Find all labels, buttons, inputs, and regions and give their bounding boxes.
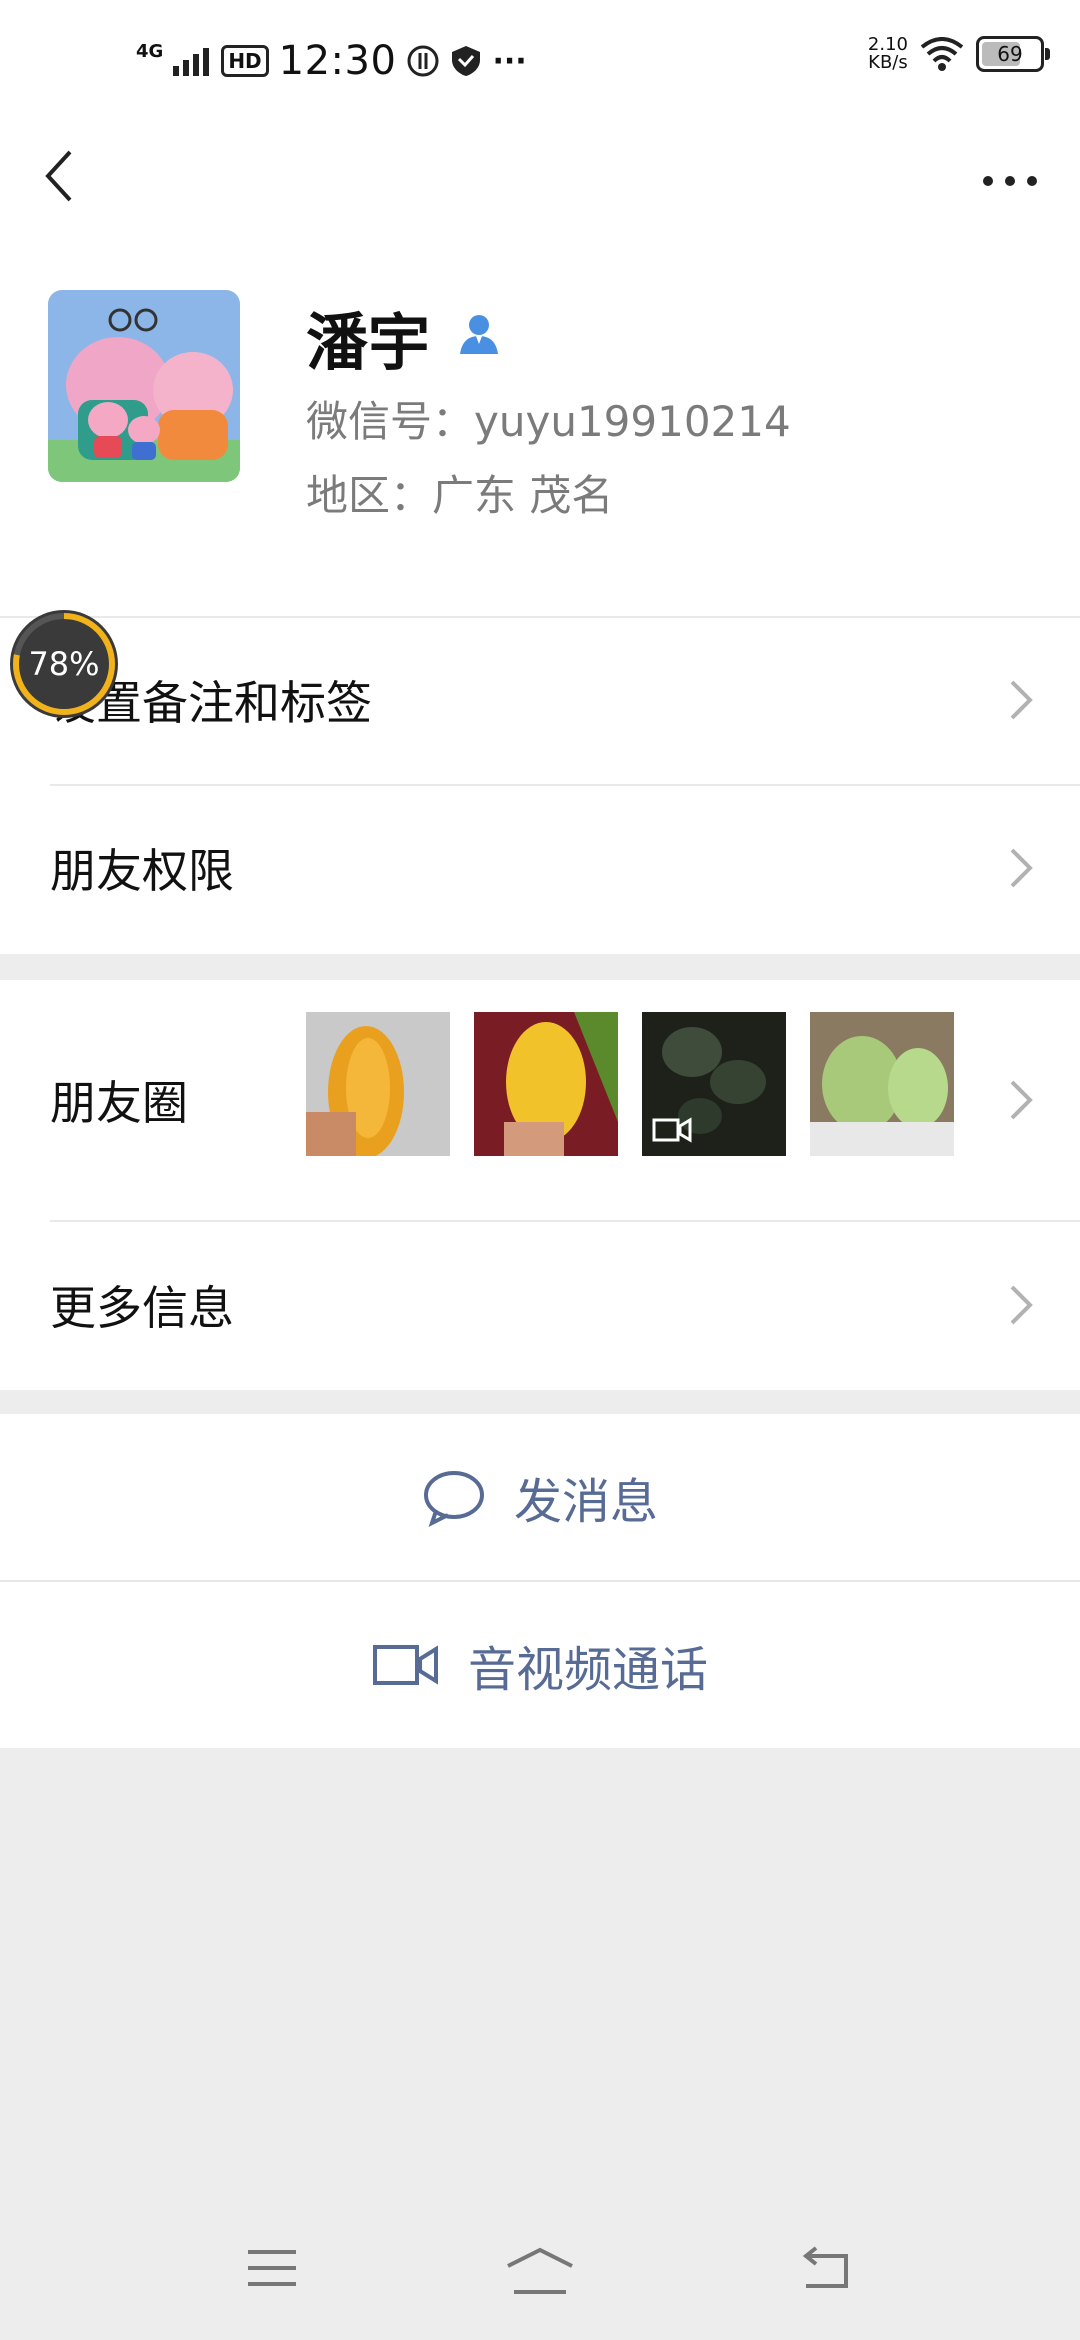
more-info-row[interactable]: 更多信息: [0, 1220, 1080, 1390]
system-nav-bar: [0, 2200, 1080, 2340]
send-message-button[interactable]: 发消息: [0, 1414, 1080, 1580]
av-call-label: 音视频通话: [467, 1642, 708, 1698]
network-type: 4G: [136, 40, 164, 62]
chevron-left-icon[interactable]: [40, 146, 80, 206]
battery-icon: 69: [976, 36, 1050, 72]
menu-icon[interactable]: [244, 2246, 300, 2290]
region: 地区：广东 茂名: [306, 471, 614, 520]
status-overflow: ···: [492, 43, 527, 79]
wifi-icon: [920, 37, 964, 71]
more-info-label: 更多信息: [50, 1281, 234, 1335]
remark-tags-row[interactable]: 设置备注和标签: [0, 616, 1080, 784]
video-call-icon: [372, 1645, 438, 1685]
chevron-right-icon: [1010, 848, 1033, 888]
avatar[interactable]: [48, 290, 240, 482]
top-nav: [0, 120, 1080, 240]
av-call-button[interactable]: 音视频通话: [0, 1582, 1080, 1748]
profile-card: 潘宇 微信号：yuyu19910214 地区：广东 茂名: [0, 240, 1080, 616]
wechat-id: 微信号：yuyu19910214: [306, 397, 791, 446]
back-nav-icon[interactable]: [796, 2246, 852, 2290]
more-horizontal-icon[interactable]: [980, 166, 1040, 196]
moment-thumbnail[interactable]: [474, 1012, 618, 1156]
network-speed: 2.10 KB/s: [868, 36, 908, 72]
moment-thumbnail[interactable]: [306, 1012, 450, 1156]
moments-section: 朋友圈 更多信息: [0, 980, 1080, 1390]
status-bar: 4G HD 12:30 ··· 2.10 KB/s 69: [0, 0, 1080, 120]
friend-permissions-label: 朋友权限: [50, 844, 234, 898]
chevron-right-icon: [1010, 680, 1033, 720]
send-message-label: 发消息: [513, 1474, 658, 1530]
hd-badge: HD: [221, 45, 269, 77]
speed-unit: KB/s: [868, 52, 908, 73]
data-saver-icon: [407, 45, 439, 77]
signal-icon: [173, 48, 210, 76]
moments-row[interactable]: 朋友圈: [0, 980, 1080, 1220]
battery-level: 69: [997, 42, 1023, 66]
home-icon[interactable]: [504, 2246, 576, 2296]
moments-label: 朋友圈: [50, 1076, 188, 1130]
shield-icon: [452, 46, 481, 76]
moment-thumbnail[interactable]: [810, 1012, 954, 1156]
verified-person-icon: [460, 315, 498, 354]
moment-thumbnail-video[interactable]: [642, 1012, 786, 1156]
progress-text: 78%: [28, 645, 100, 683]
contact-name: 潘宇: [306, 306, 431, 379]
status-time: 12:30: [278, 38, 397, 84]
chevron-right-icon: [1010, 1080, 1033, 1120]
chevron-right-icon: [1010, 1285, 1033, 1325]
settings-section: 设置备注和标签 朋友权限: [0, 616, 1080, 954]
friend-permissions-row[interactable]: 朋友权限: [0, 784, 1080, 952]
chat-bubble-icon: [423, 1471, 484, 1527]
floating-progress-indicator[interactable]: 78%: [10, 610, 118, 718]
